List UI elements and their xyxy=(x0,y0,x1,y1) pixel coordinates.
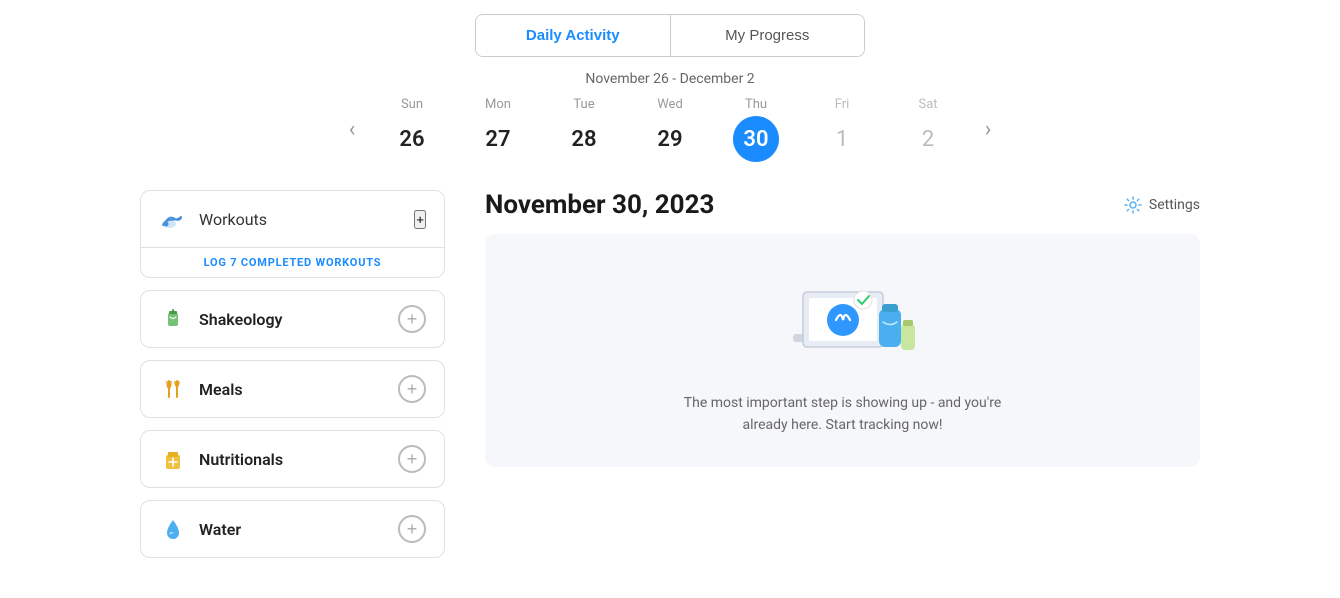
shakeology-icon xyxy=(159,305,187,333)
water-row: Water + xyxy=(140,500,445,558)
day-num-thu: 30 xyxy=(733,116,779,162)
left-panel: Workouts + LOG 7 COMPLETED WORKOUTS Shak… xyxy=(140,190,445,558)
workouts-label: Workouts xyxy=(199,210,267,229)
tab-my-progress[interactable]: My Progress xyxy=(670,15,865,56)
tab-daily-activity[interactable]: Daily Activity xyxy=(476,15,670,56)
day-name-sat: Sat xyxy=(918,97,937,112)
prev-week-button[interactable]: ‹ xyxy=(332,119,372,141)
day-num-sat: 2 xyxy=(905,116,951,162)
shakeology-row-left: Shakeology xyxy=(159,305,283,333)
workout-icon xyxy=(159,205,187,233)
next-week-button[interactable]: › xyxy=(968,119,1008,141)
empty-state-illustration xyxy=(773,264,913,374)
workouts-row-left: Workouts xyxy=(159,205,267,233)
add-meals-button[interactable]: + xyxy=(398,375,426,403)
calendar-day-fri[interactable]: Fri 1 xyxy=(802,97,882,162)
meals-label: Meals xyxy=(199,380,243,399)
water-icon xyxy=(159,515,187,543)
add-water-button[interactable]: + xyxy=(398,515,426,543)
day-name-thu: Thu xyxy=(745,97,767,112)
calendar-week: ‹ Sun 26 Mon 27 Tue 28 Wed 29 Thu 30 Fri xyxy=(0,97,1340,162)
calendar-day-thu[interactable]: Thu 30 xyxy=(716,97,796,162)
meals-icon xyxy=(159,375,187,403)
water-label: Water xyxy=(199,520,241,539)
add-shakeology-button[interactable]: + xyxy=(398,305,426,333)
nutritionals-icon xyxy=(159,445,187,473)
day-num-sun: 26 xyxy=(389,116,435,162)
day-num-mon: 27 xyxy=(475,116,521,162)
tab-container: Daily Activity My Progress xyxy=(475,14,865,57)
day-num-tue: 28 xyxy=(561,116,607,162)
calendar-day-sun[interactable]: Sun 26 xyxy=(372,97,452,162)
selected-date-title: November 30, 2023 xyxy=(485,190,714,220)
shakeology-row: Shakeology + xyxy=(140,290,445,348)
nutritionals-label: Nutritionals xyxy=(199,450,283,469)
calendar-day-sat[interactable]: Sat 2 xyxy=(888,97,968,162)
right-panel: November 30, 2023 Settings xyxy=(485,190,1200,558)
day-num-fri: 1 xyxy=(819,116,865,162)
day-name-wed: Wed xyxy=(657,97,683,112)
empty-state-box: The most important step is showing up - … xyxy=(485,234,1200,467)
settings-link[interactable]: Settings xyxy=(1123,195,1200,215)
calendar-day-mon[interactable]: Mon 27 xyxy=(458,97,538,162)
calendar-days: Sun 26 Mon 27 Tue 28 Wed 29 Thu 30 Fri 1 xyxy=(372,97,968,162)
settings-label: Settings xyxy=(1149,197,1200,213)
workouts-row: Workouts + xyxy=(141,191,444,247)
right-header: November 30, 2023 Settings xyxy=(485,190,1200,220)
shakeology-label: Shakeology xyxy=(199,310,283,329)
day-name-tue: Tue xyxy=(573,97,594,112)
tab-bar: Daily Activity My Progress xyxy=(0,0,1340,57)
meals-row: Meals + xyxy=(140,360,445,418)
day-num-wed: 29 xyxy=(647,116,693,162)
add-nutritionals-button[interactable]: + xyxy=(398,445,426,473)
nutritionals-row-left: Nutritionals xyxy=(159,445,283,473)
calendar-day-wed[interactable]: Wed 29 xyxy=(630,97,710,162)
workouts-section: Workouts + LOG 7 COMPLETED WORKOUTS xyxy=(140,190,445,278)
settings-icon xyxy=(1123,195,1143,215)
day-name-sun: Sun xyxy=(401,97,423,112)
log-workouts-link[interactable]: LOG 7 COMPLETED WORKOUTS xyxy=(141,247,444,277)
water-row-left: Water xyxy=(159,515,241,543)
empty-state-text: The most important step is showing up - … xyxy=(673,392,1013,437)
calendar-day-tue[interactable]: Tue 28 xyxy=(544,97,624,162)
day-name-fri: Fri xyxy=(835,97,850,112)
main-layout: Workouts + LOG 7 COMPLETED WORKOUTS Shak… xyxy=(0,190,1340,558)
meals-row-left: Meals xyxy=(159,375,243,403)
day-name-mon: Mon xyxy=(485,97,511,112)
nutritionals-row: Nutritionals + xyxy=(140,430,445,488)
add-workout-button[interactable]: + xyxy=(414,210,426,229)
date-range: November 26 - December 2 xyxy=(0,71,1340,87)
